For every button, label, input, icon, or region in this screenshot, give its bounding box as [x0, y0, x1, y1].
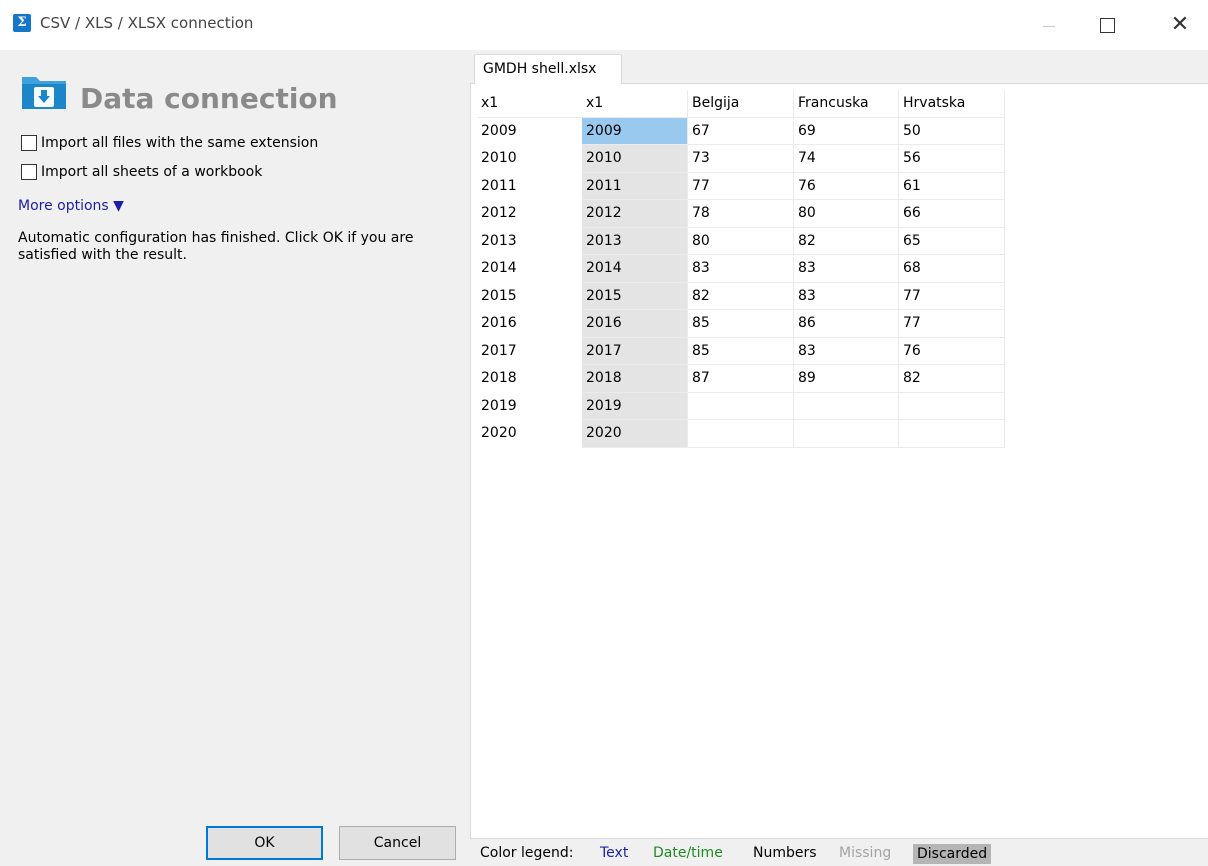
legend-text: Text	[600, 845, 629, 861]
table-cell[interactable]: 2017	[582, 337, 688, 365]
table-cell[interactable]	[899, 420, 1005, 448]
table-cell[interactable]: 2010	[582, 145, 688, 173]
table-cell[interactable]: 89	[794, 365, 899, 393]
table-cell[interactable]: 2020	[582, 420, 688, 448]
title-bar: Σ CSV / XLS / XLSX connection ✕	[0, 0, 1208, 50]
table-cell[interactable]: 50	[899, 117, 1005, 145]
folder-download-icon	[22, 77, 66, 109]
table-cell[interactable]: 83	[794, 255, 899, 283]
table-cell[interactable]: 80	[688, 227, 794, 255]
table-cell[interactable]: 86	[794, 310, 899, 338]
legend-label: Color legend:	[480, 845, 574, 861]
row-label: 2019	[477, 392, 582, 420]
table-cell[interactable]: 76	[899, 337, 1005, 365]
row-label: 2013	[477, 227, 582, 255]
table-cell[interactable]: 82	[899, 365, 1005, 393]
row-label: 2010	[477, 145, 582, 173]
close-icon: ✕	[1170, 12, 1190, 37]
import-same-extension-checkbox[interactable]: Import all files with the same extension	[21, 134, 318, 152]
row-label: 2014	[477, 255, 582, 283]
row-label: 2018	[477, 365, 582, 393]
checkbox-label: Import all sheets of a workbook	[41, 164, 263, 180]
row-label: 2011	[477, 172, 582, 200]
color-legend: Color legend: Text Date/time Numbers Mis…	[470, 838, 1208, 866]
table-cell[interactable]: 83	[794, 337, 899, 365]
table-cell[interactable]: 2011	[582, 172, 688, 200]
table-cell[interactable]: 74	[794, 145, 899, 173]
table-cell[interactable]: 2012	[582, 200, 688, 228]
table-cell[interactable]: 66	[899, 200, 1005, 228]
tab-gmdh-shell[interactable]: GMDH shell.xlsx	[474, 54, 622, 85]
data-grid: x1 x1 Belgija Francuska Hrvatska 2009 20…	[477, 90, 1005, 448]
row-label: 2017	[477, 337, 582, 365]
table-cell[interactable]: 2015	[582, 282, 688, 310]
column-header[interactable]: Hrvatska	[899, 90, 1005, 118]
checkbox-label: Import all files with the same extension	[41, 135, 319, 151]
import-all-sheets-checkbox[interactable]: Import all sheets of a workbook	[21, 163, 262, 181]
window-title: CSV / XLS / XLSX connection	[40, 14, 254, 32]
more-options-link[interactable]: More options ▼	[18, 198, 124, 214]
table-cell[interactable]: 2013	[582, 227, 688, 255]
ok-button[interactable]: OK	[206, 826, 323, 860]
table-cell[interactable]: 77	[899, 310, 1005, 338]
column-header[interactable]: x1	[582, 90, 688, 118]
data-preview-area: x1 x1 Belgija Francuska Hrvatska 2009 20…	[470, 84, 1208, 838]
cancel-button[interactable]: Cancel	[339, 826, 456, 860]
legend-datetime: Date/time	[653, 845, 723, 861]
table-cell[interactable]	[794, 392, 899, 420]
table-cell[interactable]: 83	[688, 255, 794, 283]
table-cell[interactable]: 77	[688, 172, 794, 200]
sheet-tab-strip: GMDH shell.xlsx	[470, 50, 1208, 85]
table-cell[interactable]	[794, 420, 899, 448]
table-cell[interactable]: 2014	[582, 255, 688, 283]
row-label: 2015	[477, 282, 582, 310]
table-cell[interactable]	[688, 392, 794, 420]
checkbox-box[interactable]	[21, 135, 37, 151]
table-cell[interactable]: 85	[688, 310, 794, 338]
table-cell[interactable]: 82	[794, 227, 899, 255]
legend-numbers: Numbers	[753, 845, 817, 861]
table-cell[interactable]: 2018	[582, 365, 688, 393]
column-header[interactable]: Belgija	[688, 90, 794, 118]
table-cell[interactable]: 69	[794, 117, 899, 145]
table-cell[interactable]: 83	[794, 282, 899, 310]
column-header[interactable]: Francuska	[794, 90, 899, 118]
table-cell[interactable]: 82	[688, 282, 794, 310]
row-label: 2012	[477, 200, 582, 228]
table-cell[interactable]: 87	[688, 365, 794, 393]
info-message: Automatic configuration has finished. Cl…	[18, 230, 414, 263]
close-button[interactable]: ✕	[1157, 10, 1203, 40]
table-cell[interactable]: 2019	[582, 392, 688, 420]
row-label: 2020	[477, 420, 582, 448]
table-cell[interactable]: 2016	[582, 310, 688, 338]
table-cell-selected[interactable]: 2009	[582, 117, 688, 145]
maximize-button[interactable]	[1084, 10, 1130, 40]
table-cell[interactable]: 78	[688, 200, 794, 228]
table-cell[interactable]: 80	[794, 200, 899, 228]
sigma-app-icon: Σ	[13, 14, 31, 32]
panel-title: Data connection	[80, 82, 338, 115]
table-cell[interactable]: 61	[899, 172, 1005, 200]
table-cell[interactable]: 73	[688, 145, 794, 173]
table-cell[interactable]: 85	[688, 337, 794, 365]
row-label-header: x1	[477, 90, 582, 118]
legend-discarded: Discarded	[913, 844, 992, 864]
row-label: 2016	[477, 310, 582, 338]
table-cell[interactable]: 68	[899, 255, 1005, 283]
table-cell[interactable]: 77	[899, 282, 1005, 310]
table-cell[interactable]	[899, 392, 1005, 420]
row-label: 2009	[477, 117, 582, 145]
legend-missing: Missing	[839, 845, 892, 861]
minimize-button[interactable]	[1026, 10, 1072, 40]
checkbox-box[interactable]	[21, 164, 37, 180]
table-cell[interactable]	[688, 420, 794, 448]
left-panel: Data connection Import all files with th…	[0, 50, 470, 866]
table-cell[interactable]: 67	[688, 117, 794, 145]
table-cell[interactable]: 76	[794, 172, 899, 200]
table-cell[interactable]: 65	[899, 227, 1005, 255]
table-cell[interactable]: 56	[899, 145, 1005, 173]
